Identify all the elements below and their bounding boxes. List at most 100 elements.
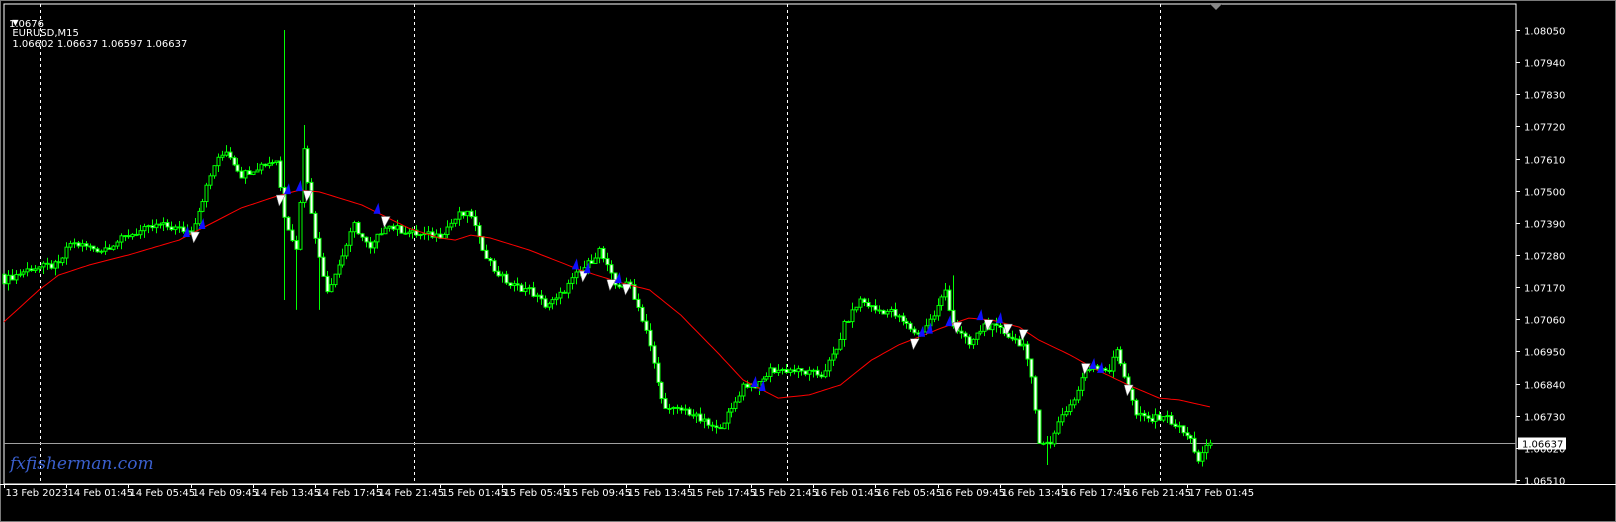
candle-body (333, 273, 338, 286)
candle-body (403, 232, 408, 235)
candle-body (348, 231, 353, 246)
indicator-value: 1.0676 (9, 19, 44, 30)
candle-body (640, 306, 645, 322)
candle-body (889, 308, 894, 312)
candle-body (644, 320, 649, 331)
candle-body (10, 274, 15, 281)
y-tick-label: 1.06510 (1524, 477, 1565, 488)
candle-body (169, 226, 174, 231)
candle-body (473, 216, 478, 227)
candle-body (617, 284, 622, 288)
candle-body (115, 241, 120, 247)
candle-body (1181, 425, 1186, 434)
candle-body (652, 345, 657, 364)
candle-body (1169, 415, 1174, 425)
candle-body (726, 411, 731, 424)
candle-body (1064, 411, 1069, 416)
candle-body (558, 291, 563, 299)
candle-body (1056, 421, 1061, 434)
x-tick-label: 15 Feb 17:45 (691, 488, 757, 499)
candle-body (255, 169, 260, 173)
price-chart[interactable]: 1.08050 1.07940 1.07830 1.07720 1.07610 1.075… (0, 0, 1616, 522)
candle-body (722, 422, 727, 430)
candle-body (325, 275, 330, 293)
candle-body (200, 201, 205, 212)
candle-body (21, 271, 26, 275)
candle-body (609, 264, 614, 274)
candle-body (247, 170, 252, 175)
x-tick-label: 16 Feb 01:45 (815, 488, 881, 499)
y-tick-label: 1.07390 (1524, 220, 1565, 231)
candle-body (72, 242, 77, 245)
candle-body (204, 184, 209, 203)
candle-body (1103, 368, 1108, 371)
candle-body (1122, 363, 1127, 378)
candle-body (119, 235, 124, 243)
candle-body (908, 322, 913, 330)
current-price-label: 1.06637 (1522, 440, 1563, 451)
candle-body (1076, 389, 1081, 401)
candle-body (990, 323, 995, 331)
plot-area-border (3, 3, 1517, 485)
candle-body (208, 175, 213, 186)
moving-average-line: Moving Average (3, 189, 1211, 408)
candle-body (313, 212, 318, 239)
x-tick-label: 16 Feb 17:45 (1064, 488, 1130, 499)
y-tick-label: 1.08050 (1524, 27, 1565, 38)
candle-body (504, 273, 509, 284)
candle-body (776, 369, 781, 374)
y-tick-label: 1.07060 (1524, 316, 1565, 327)
candle-body (901, 315, 906, 322)
candle-body (37, 266, 42, 270)
candle-body (811, 369, 816, 372)
candle-body (1157, 414, 1162, 421)
candle-body (1013, 338, 1018, 341)
candle-body (142, 225, 147, 232)
candle-body (375, 233, 380, 243)
candle-body (298, 202, 303, 250)
candle-body (138, 230, 143, 236)
candle-body (442, 233, 447, 239)
candle-body (850, 309, 855, 323)
candle-body (823, 370, 828, 378)
candle-body (1080, 377, 1085, 391)
candle-body (235, 164, 240, 172)
chart-shift-marker-icon[interactable] (1210, 4, 1222, 10)
candle-body (91, 245, 96, 250)
ohlc-values: 1.06602 1.06637 1.06597 1.06637 (12, 39, 188, 50)
candle-body (1021, 343, 1026, 347)
candle-body (508, 282, 513, 287)
candle-body (601, 247, 606, 260)
candle-body (1060, 414, 1065, 423)
candle-body (99, 250, 104, 253)
candle-body (967, 336, 972, 346)
candle-body (788, 369, 793, 373)
candle-body (220, 154, 225, 158)
signal-arrow-up-icon (945, 315, 953, 327)
x-tick-label: 15 Feb 05:45 (504, 488, 570, 499)
candle-body (181, 226, 186, 233)
candle-body (224, 151, 229, 156)
candle-body (309, 181, 314, 214)
x-tick-label: 15 Feb 13:45 (628, 488, 694, 499)
candle-body (1107, 369, 1112, 372)
y-tick-label: 1.07830 (1524, 91, 1565, 102)
candle-body (745, 383, 750, 388)
candle-body (597, 247, 602, 259)
candle-body (527, 287, 532, 290)
candle-body (998, 324, 1003, 328)
signal-arrow-up-icon (995, 312, 1003, 324)
candle-body (173, 226, 178, 231)
candle-body (539, 294, 544, 300)
candle-body (838, 338, 843, 350)
x-tick-label: 14 Feb 17:45 (317, 488, 383, 499)
candle-body (718, 427, 723, 430)
candle-body (161, 222, 166, 225)
candle-body (212, 165, 217, 177)
candle-body (1095, 365, 1100, 370)
candle-body (827, 359, 832, 372)
candle-body (648, 329, 653, 347)
candle-body (488, 258, 493, 262)
candle-body (858, 298, 863, 308)
candle-body (519, 284, 524, 293)
